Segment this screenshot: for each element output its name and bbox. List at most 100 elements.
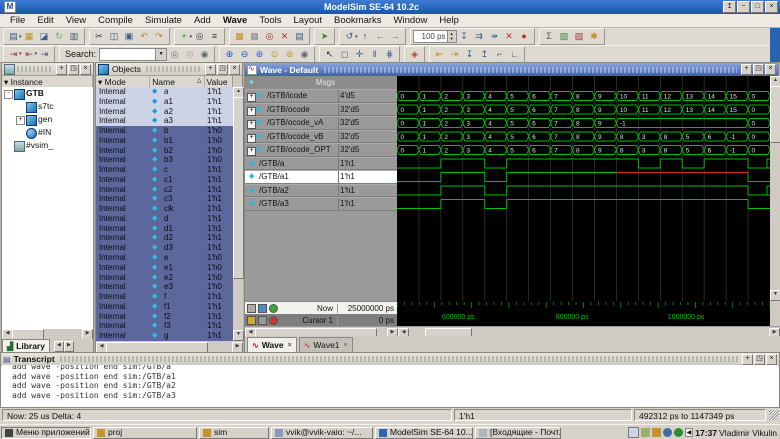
find-prev-button[interactable]: ◎ <box>182 48 197 61</box>
cursor-pair-button[interactable]: ‖ <box>367 48 382 61</box>
task-sim[interactable]: sim <box>199 427 269 439</box>
updates-tray-icon[interactable] <box>652 428 661 437</box>
tree-node-s7tc[interactable]: s7tc <box>2 100 93 113</box>
object-row-b2[interactable]: Internal◆b21'h0 <box>96 146 233 156</box>
continue-run-button[interactable]: ➤ <box>317 30 332 43</box>
wave-row-a1[interactable]: ◆/GTB/a11'h1 <box>245 170 397 184</box>
applications-menu-button[interactable]: Меню приложений <box>1 427 91 439</box>
dock-icon[interactable]: + <box>205 64 216 75</box>
hand-button[interactable]: ✱ <box>587 30 602 43</box>
wave-row-ocode[interactable]: +◆/GTB/ocode32'd5 <box>245 103 397 117</box>
tree-node-vsim[interactable]: #vsim_ <box>2 139 93 152</box>
prev-rising-button[interactable]: ⌐ <box>492 48 507 61</box>
object-row-d[interactable]: Internal◆d1'h1 <box>96 214 233 224</box>
compile-all-button[interactable]: ▦ <box>247 30 262 43</box>
now-icon-2[interactable] <box>258 304 267 313</box>
next-rising-button[interactable]: ∟ <box>507 48 522 61</box>
expand-icon[interactable]: + <box>247 93 256 102</box>
menu-simulate[interactable]: Simulate <box>139 14 188 27</box>
expand-columns-button[interactable]: ≡ <box>207 30 222 43</box>
open-button[interactable]: ▦ <box>22 30 37 43</box>
menu-wave[interactable]: Wave <box>217 14 253 27</box>
objects-hscrollbar[interactable]: ◀ ▶ <box>96 341 243 352</box>
object-row-f3[interactable]: Internal◆f31'h1 <box>96 321 233 331</box>
now-icon-1[interactable] <box>247 304 256 313</box>
object-row-a2[interactable]: Internal◆a21'h1 <box>96 107 233 117</box>
tab-wave[interactable]: ∿Wave× <box>247 337 297 352</box>
tree-node-gtb[interactable]: -GTB <box>2 87 93 100</box>
tab-wave1[interactable]: ∿Wave1× <box>299 337 353 352</box>
now-icon-3[interactable] <box>269 304 278 313</box>
menu-file[interactable]: File <box>4 14 31 27</box>
task-proj[interactable]: proj <box>93 427 197 439</box>
expand-icon[interactable]: + <box>247 147 256 156</box>
volume-tray-icon[interactable] <box>663 428 672 437</box>
float-icon[interactable]: ◳ <box>217 64 228 75</box>
instance-hscrollbar[interactable]: ◀ ▶ <box>2 329 93 339</box>
close-panel-icon[interactable]: × <box>766 354 777 365</box>
wave-row-a2[interactable]: ◆/GTB/a21'h1 <box>245 184 397 198</box>
object-row-f[interactable]: Internal◆f1'h1 <box>96 292 233 302</box>
tree-node-in[interactable]: #IN <box>2 126 93 139</box>
zoom-mode-button[interactable]: ◉ <box>297 48 312 61</box>
menu-window[interactable]: Window <box>388 14 434 27</box>
object-row-c2[interactable]: Internal◆c21'h1 <box>96 185 233 195</box>
object-row-clk[interactable]: Internal◆clk1'h1 <box>96 204 233 214</box>
close-panel-icon[interactable]: × <box>80 64 91 75</box>
wave-row-ocode_OPT[interactable]: +◆/GTB/ocode_OPT32'd5 <box>245 143 397 157</box>
object-row-e2[interactable]: Internal◆e21'h0 <box>96 273 233 283</box>
run-length-spinner[interactable]: 100 ps▲▼ <box>413 30 457 43</box>
print-button[interactable]: ▥ <box>67 30 82 43</box>
undo-button[interactable]: ↶ <box>137 30 152 43</box>
object-row-a[interactable]: Internal◆a1'h1 <box>96 87 233 97</box>
pan-button[interactable]: ✛ <box>352 48 367 61</box>
shade-button[interactable]: ↥ <box>723 1 736 13</box>
stop-button[interactable]: ● <box>517 30 532 43</box>
env-back-button[interactable]: ← <box>373 30 388 43</box>
transcript-console[interactable]: add wave -position end sim:/GTB/aadd wav… <box>2 365 778 407</box>
search-input[interactable]: ▼ <box>99 48 167 61</box>
expand-icon[interactable]: + <box>247 107 256 116</box>
object-row-g[interactable]: Internal◆g1'h1 <box>96 331 233 341</box>
prev-falling-button[interactable]: ↧ <box>462 48 477 61</box>
object-row-f1[interactable]: Internal◆f11'h1 <box>96 302 233 312</box>
expand-icon[interactable]: + <box>16 116 25 125</box>
collapse-icon[interactable]: - <box>4 90 13 99</box>
expand-icon[interactable]: + <box>247 134 256 143</box>
menu-view[interactable]: View <box>60 14 92 27</box>
menu-compile[interactable]: Compile <box>92 14 139 27</box>
simulate-button[interactable]: ◎ <box>262 30 277 43</box>
network-tray-icon[interactable] <box>641 428 650 437</box>
reload-button[interactable]: ↻ <box>52 30 67 43</box>
save-button[interactable]: ◪ <box>37 30 52 43</box>
find-next-button[interactable]: ◎ <box>167 48 182 61</box>
task-modelsim[interactable]: ModelSim SE-64 10... <box>375 427 473 439</box>
zoom-out-button[interactable]: ⊖ <box>237 48 252 61</box>
memory-profile-button[interactable]: ▧ <box>557 30 572 43</box>
messenger-tray-icon[interactable] <box>674 428 683 437</box>
break-file-button[interactable]: ✕ <box>277 30 292 43</box>
wave-timescale[interactable]: 600000 ps800000 ps1000000 ps <box>397 301 770 326</box>
objects-vscrollbar[interactable]: ▲ ▼ <box>233 87 243 341</box>
select-mode-button[interactable]: ↖ <box>322 48 337 61</box>
panel-drag-handle[interactable] <box>17 66 53 72</box>
tab-library[interactable]: ▟ Library <box>2 339 50 352</box>
run-all-button[interactable]: ↠ <box>487 30 502 43</box>
wave-row-a3[interactable]: ◆/GTB/a31'h1 <box>245 197 397 211</box>
task-vvikvvikva[interactable]: vvik@vvik-vaio: ~/... <box>271 427 373 439</box>
close-button[interactable]: × <box>765 1 778 13</box>
compile-button[interactable]: ▩ <box>232 30 247 43</box>
object-row-c3[interactable]: Internal◆c31'h1 <box>96 194 233 204</box>
tabs-left-icon[interactable]: ◀ <box>54 341 64 352</box>
redo-button[interactable]: ↷ <box>152 30 167 43</box>
grid-button[interactable]: ⋕ <box>382 48 397 61</box>
help-book-button[interactable]: ▤ <box>292 30 307 43</box>
object-row-b3[interactable]: Internal◆b31'h0 <box>96 155 233 165</box>
expand-icon[interactable]: + <box>247 120 256 129</box>
wave-row-ocode_vB[interactable]: +◆/GTB/ocode_vB32'd5 <box>245 130 397 144</box>
object-row-c1[interactable]: Internal◆c11'h1 <box>96 175 233 185</box>
break-button[interactable]: ✕ <box>502 30 517 43</box>
search-dropdown-icon[interactable]: ▼ <box>155 49 166 60</box>
wave-vscrollbar[interactable]: ▲ ▼ <box>770 76 780 301</box>
tabs-right-icon[interactable]: ▶ <box>64 341 74 352</box>
